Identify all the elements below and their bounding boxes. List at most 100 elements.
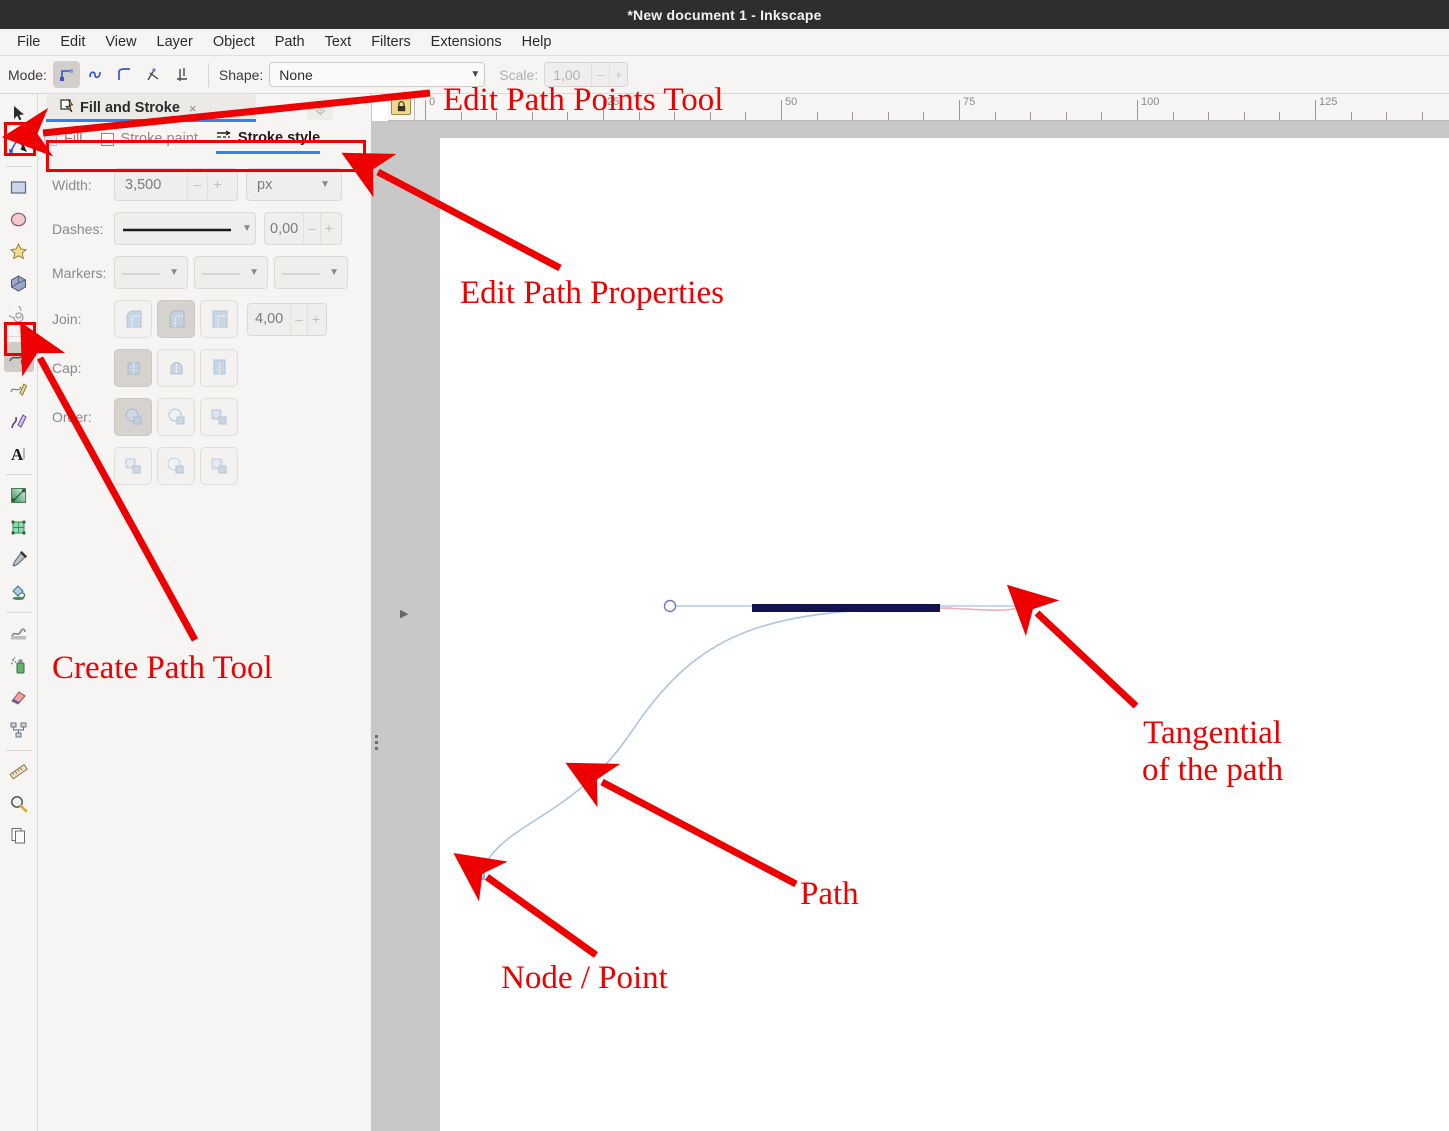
pages-tool[interactable] [4, 820, 34, 850]
paint-bucket-tool[interactable] [4, 576, 34, 606]
control-handle-right[interactable] [1015, 599, 1029, 613]
menu-extensions[interactable]: Extensions [422, 31, 511, 53]
order-variant-6-button[interactable] [200, 447, 238, 485]
order-label: Order: [52, 409, 92, 425]
menu-path[interactable]: Path [266, 31, 314, 53]
connector-tool[interactable] [4, 714, 34, 744]
window-title: *New document 1 - Inkscape [627, 6, 822, 23]
tweak-tool[interactable] [4, 618, 34, 648]
width-unit-select[interactable]: px ▼ [246, 168, 342, 201]
miter-decrement-button[interactable]: – [290, 303, 307, 335]
width-unit-value: px [257, 176, 273, 193]
annotation-path: Path [800, 876, 859, 912]
width-decrement-button[interactable]: – [187, 169, 207, 200]
cap-square-button[interactable] [200, 349, 238, 387]
dock-title: Fill and Stroke [80, 100, 180, 116]
dash-pattern-select[interactable]: ▼ [114, 212, 256, 245]
dropper-tool[interactable] [4, 544, 34, 574]
join-bevel-button[interactable] [157, 300, 195, 338]
chevron-down-icon: ▼ [242, 223, 252, 234]
menubar: File Edit View Layer Object Path Text Fi… [0, 29, 1449, 56]
miter-limit-stepper[interactable]: 4,00 – + [247, 302, 327, 336]
marker-start-preview-icon [115, 264, 160, 282]
miter-increment-button[interactable]: + [307, 303, 324, 335]
ruler-tick-minor [745, 112, 747, 120]
measure-tool[interactable] [4, 756, 34, 786]
width-stepper[interactable]: 3,500 – + [114, 168, 238, 201]
annotation-node-point: Node / Point [501, 960, 668, 996]
order-fill-stroke-markers-button[interactable] [114, 398, 152, 436]
calligraphy-tool[interactable] [4, 406, 34, 436]
width-increment-button[interactable]: + [207, 169, 227, 200]
ruler-tick-minor [1421, 112, 1423, 120]
menu-help[interactable]: Help [513, 31, 561, 53]
regular-bezier-mode-icon[interactable] [52, 61, 80, 88]
marker-mid-preview-icon [195, 264, 240, 282]
tool-options-bar: Mode: Shape: None ▼ Scale: 1,00 – + [0, 56, 1449, 94]
menu-text[interactable]: Text [316, 31, 361, 53]
spiro-path-mode-icon[interactable] [82, 61, 109, 88]
dock-title-row: Fill and Stroke × [60, 98, 197, 118]
marker-start-select[interactable]: ▼ [114, 256, 188, 289]
tool-separator [5, 166, 32, 167]
annotation-edit-path-points-tool: Edit Path Points Tool [443, 82, 724, 118]
dock-resize-grip[interactable] [375, 735, 382, 751]
star-tool[interactable] [4, 236, 34, 266]
shape-label: Shape: [218, 66, 264, 83]
menu-object[interactable]: Object [204, 31, 264, 53]
shape-value: None [279, 66, 313, 83]
paraxial-line-segments-mode-icon[interactable] [169, 61, 196, 88]
order-variant-4-button[interactable] [114, 447, 152, 485]
menu-file[interactable]: File [8, 31, 49, 53]
path-curve[interactable] [479, 607, 953, 876]
dash-offset-increment-button[interactable]: + [320, 213, 337, 244]
control-handle-left[interactable] [663, 599, 677, 613]
svg-text:A: A [11, 445, 24, 463]
path-node-square[interactable] [475, 870, 485, 880]
order-row-1: Order: [52, 398, 371, 436]
bspline-path-mode-icon[interactable] [111, 61, 138, 88]
menu-layer[interactable]: Layer [148, 31, 202, 53]
spray-tool[interactable] [4, 650, 34, 680]
marker-end-select[interactable]: ▼ [274, 256, 348, 289]
order-markers-fill-stroke-button[interactable] [200, 398, 238, 436]
straight-line-segments-mode-icon[interactable] [140, 61, 167, 88]
marker-mid-select[interactable]: ▼ [194, 256, 268, 289]
dash-offset-stepper[interactable]: 0,00 – + [264, 212, 342, 245]
join-round-button[interactable] [114, 300, 152, 338]
tool-separator [5, 612, 32, 613]
cap-round-button[interactable] [157, 349, 195, 387]
dock-collapse-icon[interactable] [307, 98, 333, 120]
highlight-box-stroke-tabs [46, 140, 366, 172]
dock-close-icon[interactable]: × [189, 101, 197, 116]
order-stroke-fill-markers-button[interactable] [157, 398, 195, 436]
ellipse-tool[interactable] [4, 204, 34, 234]
lock-guides-icon[interactable] [391, 97, 411, 115]
pencil-tool[interactable] [4, 374, 34, 404]
3dbox-tool[interactable] [4, 268, 34, 298]
chevron-down-icon: ▼ [329, 267, 339, 278]
text-tool[interactable]: A [4, 438, 34, 468]
eraser-tool[interactable] [4, 682, 34, 712]
highlight-box-pen-tool [4, 322, 36, 356]
mesh-gradient-tool[interactable] [4, 512, 34, 542]
menu-filters[interactable]: Filters [362, 31, 419, 53]
order-variant-5-button[interactable] [157, 447, 195, 485]
menu-view[interactable]: View [96, 31, 145, 53]
join-miter-button[interactable] [200, 300, 238, 338]
join-row: Join: 4,00 – + [52, 300, 371, 338]
highlight-box-node-tool [4, 122, 36, 156]
ruler-tick-minor [1350, 112, 1352, 120]
annotation-tangential: Tangential of the path [1142, 715, 1284, 788]
gradient-tool[interactable] [4, 480, 34, 510]
mode-label: Mode: [8, 66, 47, 83]
ruler-tick-minor [1172, 112, 1174, 120]
dash-offset-decrement-button[interactable]: – [303, 213, 320, 244]
cap-butt-button[interactable] [114, 349, 152, 387]
ruler-tick-minor [887, 112, 889, 120]
menu-edit[interactable]: Edit [51, 31, 94, 53]
dashes-label: Dashes: [52, 220, 104, 237]
ruler-label: 100 [1141, 96, 1160, 108]
zoom-tool[interactable] [4, 788, 34, 818]
rectangle-tool[interactable] [4, 172, 34, 202]
